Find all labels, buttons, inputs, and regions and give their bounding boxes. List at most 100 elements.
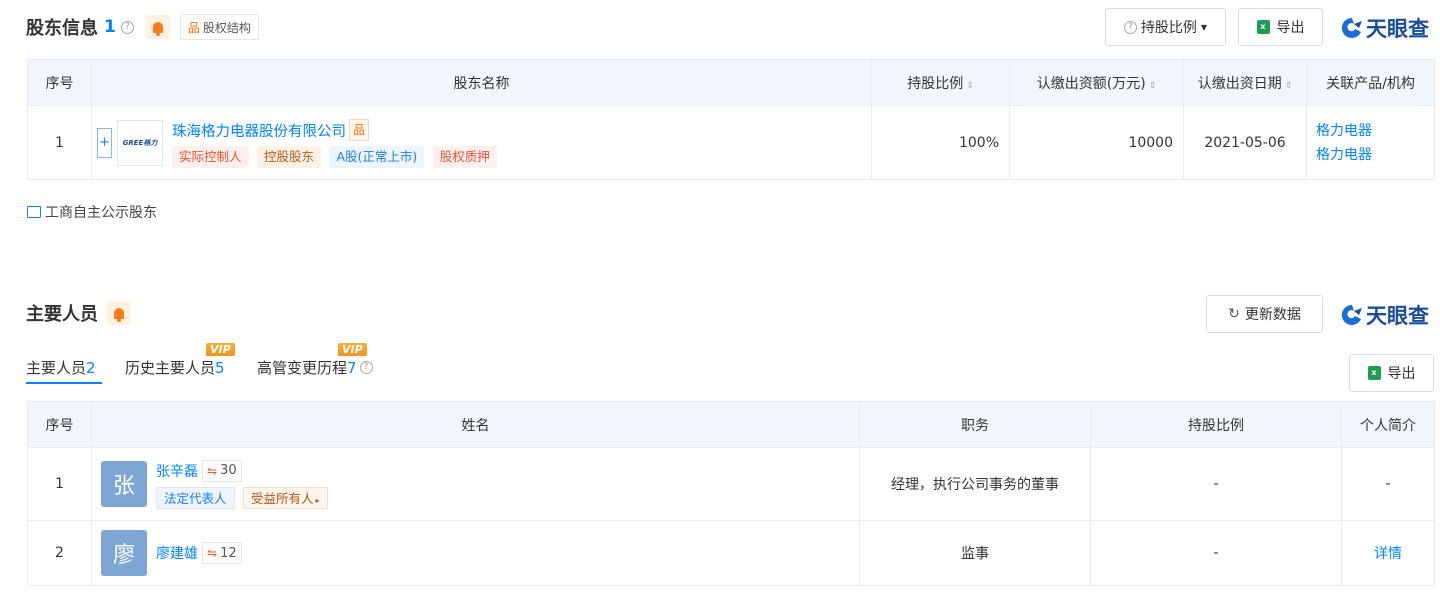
ratio-cell: - <box>1090 447 1342 521</box>
ratio-dropdown[interactable]: ? 持股比例 ▼ <box>1105 8 1226 46</box>
shareholder-header: 股东信息 1 ? 品 股权结构 <box>26 14 259 40</box>
ratio-dropdown-label: 持股比例 <box>1140 20 1197 36</box>
col-name: 股东名称 <box>91 59 872 106</box>
avatar[interactable]: 廖 <box>101 530 147 576</box>
expand-icon[interactable]: + <box>97 127 112 158</box>
shareholder-cell: + GREE格力 珠海格力电器股份有限公司 品 实际控制人 控股股东 A股(正常… <box>91 105 872 180</box>
person-cell: 张 张辛磊 ⇋ 30 法定代表人 受益所有人 ▸ <box>91 447 860 521</box>
sort-icon: ⇕ <box>1284 80 1293 91</box>
equity-graph-icon[interactable]: 品 <box>349 119 370 141</box>
monitor-bell-button[interactable] <box>107 301 131 325</box>
export-label: 导出 <box>1387 366 1416 382</box>
excel-icon: x <box>1256 20 1270 34</box>
table-row: 2 廖 廖建雄 ⇋ 12 监事 - 详情 <box>27 520 1435 586</box>
tag-actual-controller: 实际控制人 <box>172 146 249 168</box>
company-logo: GREE格力 <box>117 119 163 166</box>
ratio-cell: - <box>1090 520 1342 586</box>
bio-detail-link[interactable]: 详情 <box>1374 546 1402 562</box>
related-cell: 格力电器 格力电器 <box>1306 105 1435 180</box>
col-amount[interactable]: 认缴出资额(万元) ⇕ <box>1009 59 1184 106</box>
avatar[interactable]: 张 <box>101 461 147 507</box>
col-bio: 个人简介 <box>1341 401 1435 448</box>
relation-icon: ⇋ <box>207 546 218 560</box>
relation-count: 12 <box>220 545 237 561</box>
row-index: 1 <box>27 105 92 180</box>
brand-name: 天眼查 <box>1366 17 1429 41</box>
equity-structure-label: 股权结构 <box>202 20 251 35</box>
tab-history-personnel[interactable]: 历史主要人员5 <box>125 357 225 378</box>
tag-beneficial-owner-label: 受益所有人 <box>250 490 314 506</box>
col-index: 序号 <box>27 401 92 448</box>
public-shareholder-link[interactable]: 工商自主公示股东 <box>27 202 157 222</box>
col-name: 姓名 <box>91 401 860 448</box>
shareholder-table: 序号 股东名称 持股比例 ⇕ 认缴出资额(万元) ⇕ 认缴出资日期 ⇕ 关联产品/机构… <box>27 59 1435 180</box>
personnel-table: 序号 姓名 职务 持股比例 个人简介 1 张 张辛磊 ⇋ 30 法定代表人 受益… <box>27 401 1435 586</box>
tag-a-share[interactable]: A股(正常上市) <box>329 146 425 168</box>
tianyancha-logo: 天眼查 <box>1340 300 1429 330</box>
shareholder-count: 1 <box>104 17 116 37</box>
public-shareholder-label: 工商自主公示股东 <box>45 205 157 221</box>
bio-cell: 详情 <box>1341 520 1435 586</box>
related-link[interactable]: 格力电器 <box>1316 143 1434 167</box>
relation-icon: ⇋ <box>207 463 218 478</box>
help-icon[interactable]: ? <box>359 361 373 374</box>
col-index: 序号 <box>27 59 92 106</box>
person-cell: 廖 廖建雄 ⇋ 12 <box>91 520 860 586</box>
col-ratio: 持股比例 <box>1090 401 1342 448</box>
col-amount-label: 认缴出资额(万元) <box>1036 75 1146 92</box>
export-button[interactable]: x 导出 <box>1238 8 1323 46</box>
relation-count: 30 <box>220 463 237 478</box>
refresh-label: 更新数据 <box>1244 307 1301 323</box>
monitor-bell-button[interactable] <box>145 15 170 39</box>
tag-legal-representative: 法定代表人 <box>156 486 235 509</box>
equity-structure-button[interactable]: 品 股权结构 <box>179 14 259 40</box>
person-name-link[interactable]: 廖建雄 <box>156 543 198 563</box>
export-button[interactable]: x 导出 <box>1349 354 1434 392</box>
tag-beneficial-owner[interactable]: 受益所有人 ▸ <box>242 486 328 509</box>
relation-count-badge[interactable]: ⇋ 12 <box>202 542 242 564</box>
col-related: 关联产品/机构 <box>1306 59 1435 106</box>
tab-main-personnel[interactable]: 主要人员2 <box>26 357 96 378</box>
personnel-title: 主要人员 <box>26 304 98 325</box>
position-cell: 监事 <box>859 520 1091 586</box>
position-cell: 经理，执行公司事务的董事 <box>859 447 1091 521</box>
tab-count: 2 <box>86 359 96 377</box>
bell-icon <box>152 21 163 36</box>
excel-icon: x <box>1367 366 1381 380</box>
active-tab-indicator <box>26 382 102 384</box>
clipboard-icon <box>27 206 41 218</box>
col-ratio[interactable]: 持股比例 ⇕ <box>871 59 1010 106</box>
refresh-icon: ↻ <box>1228 306 1240 322</box>
vip-badge: VIP <box>206 343 235 356</box>
bio-cell: - <box>1341 447 1435 521</box>
tag-controlling-shareholder: 控股股东 <box>256 146 321 168</box>
shareholder-title: 股东信息 <box>26 18 98 39</box>
help-icon[interactable]: ? <box>120 20 134 34</box>
col-date-label: 认缴出资日期 <box>1197 75 1282 92</box>
tab-label: 主要人员 <box>26 359 87 377</box>
shareholder-name-link[interactable]: 珠海格力电器股份有限公司 <box>172 120 346 141</box>
refresh-data-button[interactable]: ↻ 更新数据 <box>1206 295 1323 333</box>
sort-icon: ⇕ <box>966 80 974 91</box>
tab-count: 7 <box>347 358 357 377</box>
related-link[interactable]: 格力电器 <box>1316 119 1434 143</box>
tianyancha-logo-icon <box>1341 304 1362 325</box>
tianyancha-logo: 天眼查 <box>1340 13 1429 43</box>
personnel-header: 主要人员 <box>26 300 131 326</box>
col-position: 职务 <box>859 401 1091 448</box>
ratio-cell: 100% <box>871 105 1010 180</box>
vip-badge: VIP <box>338 343 367 356</box>
help-icon: ? <box>1123 20 1137 34</box>
equity-structure-icon: 品 <box>187 20 200 35</box>
tianyancha-logo-icon <box>1341 17 1362 38</box>
tab-executive-changes[interactable]: 高管变更历程 7 ? <box>257 357 373 378</box>
bell-icon <box>114 307 124 322</box>
sort-icon: ⇕ <box>1148 80 1157 91</box>
table-header-row: 序号 股东名称 持股比例 ⇕ 认缴出资额(万元) ⇕ 认缴出资日期 ⇕ 关联产品/机构 <box>27 59 1435 106</box>
tag-equity-pledge[interactable]: 股权质押 <box>432 146 497 168</box>
export-label: 导出 <box>1276 20 1305 36</box>
col-date[interactable]: 认缴出资日期 ⇕ <box>1183 59 1307 106</box>
brand-name: 天眼查 <box>1366 304 1429 328</box>
person-name-link[interactable]: 张辛磊 <box>156 461 198 481</box>
relation-count-badge[interactable]: ⇋ 30 <box>202 459 242 482</box>
